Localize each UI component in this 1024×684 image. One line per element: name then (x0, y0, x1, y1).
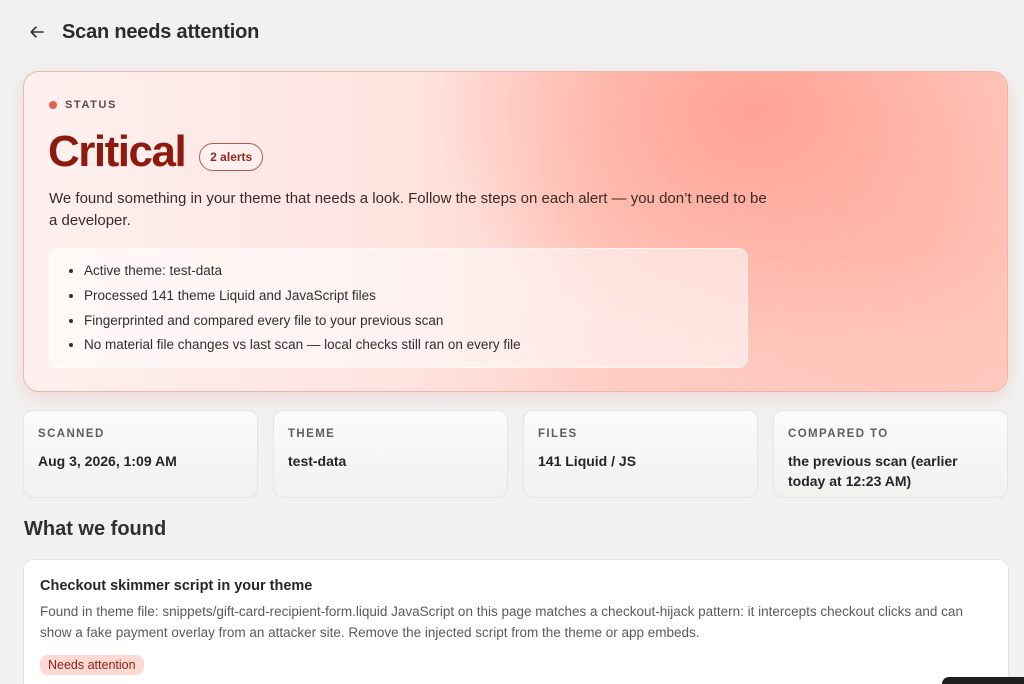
finding-title: Checkout skimmer script in your theme (40, 578, 313, 594)
stat-files: FILES 141 Liquid / JS (523, 410, 758, 498)
page-header: Scan needs attention (24, 18, 259, 46)
status-headline: Critical 2 alerts (48, 126, 264, 178)
detail-item: Processed 141 theme Liquid and JavaScrip… (84, 284, 747, 309)
stat-label: THEME (288, 428, 336, 440)
stats-row: SCANNED Aug 3, 2026, 1:09 AM THEME test-… (23, 410, 1009, 500)
detail-item: Fingerprinted and compared every file to… (84, 309, 747, 334)
floating-toolbar-edge[interactable] (942, 677, 1024, 684)
stat-value: test-data (288, 453, 347, 469)
stat-label: SCANNED (38, 428, 105, 440)
stat-value: Aug 3, 2026, 1:09 AM (38, 453, 177, 469)
scan-details-box: Active theme: test-data Processed 141 th… (49, 248, 748, 368)
finding-description: Found in theme file: snippets/gift-card-… (40, 604, 963, 640)
back-button[interactable] (24, 19, 50, 45)
status-dot-icon (49, 101, 57, 109)
status-eyebrow: STATUS (49, 99, 117, 111)
stat-value: 141 Liquid / JS (538, 453, 637, 469)
detail-item: Active theme: test-data (84, 259, 747, 284)
arrow-left-icon (30, 26, 44, 38)
stat-scanned: SCANNED Aug 3, 2026, 1:09 AM (23, 410, 258, 498)
status-label: STATUS (65, 99, 117, 111)
scan-details-list: Active theme: test-data Processed 141 th… (50, 249, 747, 358)
stat-theme: THEME test-data (273, 410, 508, 498)
status-title: Critical (48, 127, 187, 176)
stat-value: the previous scan (earlier today at 12:2… (788, 453, 958, 489)
stat-compared-to: COMPARED TO the previous scan (earlier t… (773, 410, 1008, 498)
alerts-count-badge: 2 alerts (199, 143, 264, 171)
stat-label: FILES (538, 428, 578, 440)
scan-results-page: Scan needs attention STATUS Critical 2 a… (0, 0, 1024, 684)
status-description: We found something in your theme that ne… (49, 190, 767, 229)
finding-status-badge: Needs attention (40, 655, 144, 675)
stat-label: COMPARED TO (788, 428, 889, 440)
page-title: Scan needs attention (62, 20, 260, 43)
status-card: STATUS Critical 2 alerts We found someth… (23, 71, 1008, 392)
detail-item: No material file changes vs last scan — … (84, 333, 747, 358)
section-title-findings: What we found (24, 518, 167, 540)
finding-card[interactable]: Checkout skimmer script in your theme Fo… (23, 559, 1009, 684)
